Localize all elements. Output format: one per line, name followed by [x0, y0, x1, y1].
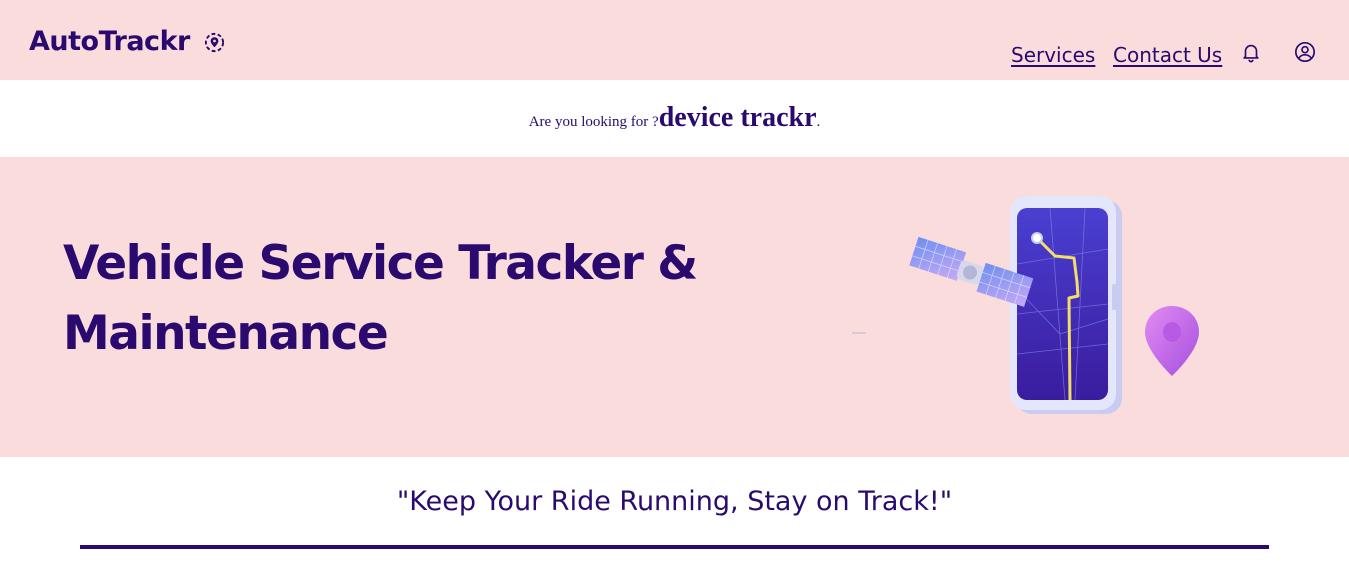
location-pin-icon: [204, 32, 225, 53]
brand-logo[interactable]: AutoTrackr: [29, 26, 190, 58]
search-suffix: .: [816, 114, 821, 130]
search-keyword[interactable]: device trackr: [659, 102, 817, 133]
bell-icon[interactable]: [1240, 41, 1262, 63]
search-prompt: Are you looking for ?device trackr.: [0, 80, 1349, 157]
search-line: Are you looking for ?device trackr.: [0, 102, 1349, 134]
navbar: AutoTrackr Services Contact Us: [0, 0, 1349, 80]
section-divider: [80, 545, 1269, 549]
hero-title: Vehicle Service Tracker & Maintenance: [63, 236, 698, 361]
search-prefix: Are you looking for ?: [528, 114, 659, 130]
nav-services-link[interactable]: Services: [1011, 42, 1095, 68]
user-circle-icon[interactable]: [1294, 41, 1316, 63]
tagline: "Keep Your Ride Running, Stay on Track!": [396, 486, 953, 517]
nav-contact-link[interactable]: Contact Us: [1113, 42, 1222, 68]
hero-banner: Vehicle Service Tracker & Maintenance: [0, 157, 1349, 457]
satellite-phone-map-illustration: [852, 196, 1199, 414]
